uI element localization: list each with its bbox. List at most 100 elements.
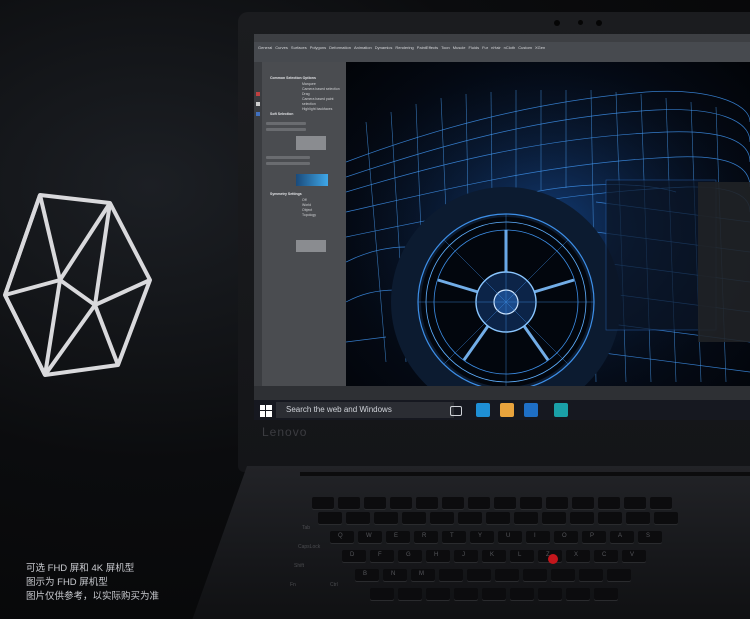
move-tool-icon[interactable] bbox=[256, 102, 260, 106]
attribute-row[interactable] bbox=[266, 128, 306, 131]
shelf-tab[interactable]: Animation bbox=[354, 45, 372, 50]
keyboard-key[interactable]: V bbox=[622, 550, 646, 562]
keyboard-key[interactable]: B bbox=[355, 569, 379, 581]
keyboard-key[interactable] bbox=[570, 512, 594, 524]
keyboard-key[interactable] bbox=[416, 497, 438, 509]
attribute-row[interactable] bbox=[266, 156, 310, 159]
keyboard-key[interactable]: G bbox=[398, 550, 422, 562]
attribute-row[interactable] bbox=[266, 122, 306, 125]
keyboard-key[interactable] bbox=[598, 497, 620, 509]
keyboard-key[interactable]: C bbox=[594, 550, 618, 562]
keyboard-key[interactable]: Q bbox=[330, 531, 354, 543]
shelf-tab[interactable]: Fur bbox=[482, 45, 488, 50]
keyboard-key[interactable] bbox=[626, 512, 650, 524]
keyboard-key[interactable]: K bbox=[482, 550, 506, 562]
keyboard-key[interactable]: U bbox=[498, 531, 522, 543]
keyboard-key[interactable]: M bbox=[411, 569, 435, 581]
shelf-tab[interactable]: Toon bbox=[441, 45, 450, 50]
keyboard-key[interactable] bbox=[520, 497, 542, 509]
keyboard-key[interactable]: N bbox=[383, 569, 407, 581]
keyboard-key[interactable] bbox=[650, 497, 672, 509]
keyboard-key[interactable] bbox=[482, 588, 506, 600]
animation-timeline[interactable] bbox=[254, 386, 750, 400]
keyboard-key[interactable]: W bbox=[358, 531, 382, 543]
shelf-tab[interactable]: Surfaces bbox=[291, 45, 307, 50]
keyboard-key[interactable] bbox=[442, 497, 464, 509]
3d-viewport[interactable] bbox=[345, 62, 750, 420]
keyboard-key[interactable] bbox=[510, 588, 534, 600]
keyboard-key[interactable] bbox=[579, 569, 603, 581]
keyboard-key[interactable] bbox=[374, 512, 398, 524]
keyboard-key[interactable] bbox=[430, 512, 454, 524]
keyboard-key[interactable]: Y bbox=[470, 531, 494, 543]
shelf-tab[interactable]: nCloth bbox=[504, 45, 516, 50]
keyboard-key[interactable] bbox=[594, 588, 618, 600]
keyboard-key[interactable] bbox=[398, 588, 422, 600]
keyboard-key[interactable] bbox=[346, 512, 370, 524]
keyboard-key[interactable]: X bbox=[566, 550, 590, 562]
shelf-tab[interactable]: Polygons bbox=[310, 45, 326, 50]
keyboard-key[interactable]: D bbox=[342, 550, 366, 562]
keyboard-key[interactable] bbox=[318, 512, 342, 524]
keyboard-key[interactable] bbox=[370, 588, 394, 600]
edge-browser-icon[interactable] bbox=[476, 403, 490, 417]
keyboard-key[interactable]: P bbox=[582, 531, 606, 543]
keyboard-key[interactable]: T bbox=[442, 531, 466, 543]
keyboard-key[interactable] bbox=[542, 512, 566, 524]
shelf-tab[interactable]: Dynamics bbox=[375, 45, 393, 50]
keyboard-key[interactable] bbox=[439, 569, 463, 581]
store-icon[interactable] bbox=[524, 403, 538, 417]
keyboard-key[interactable] bbox=[654, 512, 678, 524]
keyboard-key[interactable]: R bbox=[414, 531, 438, 543]
attribute-row[interactable] bbox=[266, 162, 310, 165]
keyboard-key[interactable] bbox=[390, 497, 412, 509]
keyboard-key[interactable]: I bbox=[526, 531, 550, 543]
keyboard-key[interactable] bbox=[546, 497, 568, 509]
keyboard-key[interactable] bbox=[402, 512, 426, 524]
select-tool-icon[interactable] bbox=[256, 92, 260, 96]
keyboard-key[interactable] bbox=[523, 569, 547, 581]
file-explorer-icon[interactable] bbox=[500, 403, 514, 417]
shelf-tab[interactable]: nHair bbox=[491, 45, 501, 50]
keyboard-key[interactable]: A bbox=[610, 531, 634, 543]
keyboard-key[interactable]: L bbox=[510, 550, 534, 562]
shelf-tab[interactable]: XGen bbox=[535, 45, 545, 50]
trackpoint-nub[interactable] bbox=[548, 554, 558, 564]
selection-option[interactable]: Highlight backfaces bbox=[302, 107, 346, 112]
keyboard-key[interactable] bbox=[312, 497, 334, 509]
keyboard-key[interactable]: S bbox=[638, 531, 662, 543]
shelf-tab[interactable]: Rendering bbox=[395, 45, 413, 50]
keyboard-key[interactable]: F bbox=[370, 550, 394, 562]
keyboard-key[interactable]: O bbox=[554, 531, 578, 543]
maya-app-icon[interactable] bbox=[554, 403, 568, 417]
taskbar-search-input[interactable]: Search the web and Windows bbox=[276, 402, 454, 418]
keyboard-key[interactable] bbox=[598, 512, 622, 524]
shelf-tab[interactable]: Muscle bbox=[453, 45, 466, 50]
shelf-tab[interactable]: Fluids bbox=[468, 45, 479, 50]
keyboard-key[interactable]: J bbox=[454, 550, 478, 562]
keyboard-key[interactable] bbox=[538, 588, 562, 600]
shelf-tab[interactable]: Curves bbox=[275, 45, 288, 50]
keyboard-key[interactable]: E bbox=[386, 531, 410, 543]
keyboard-key[interactable] bbox=[426, 588, 450, 600]
keyboard-key[interactable] bbox=[514, 512, 538, 524]
keyboard-key[interactable] bbox=[364, 497, 386, 509]
keyboard-key[interactable] bbox=[607, 569, 631, 581]
rotate-tool-icon[interactable] bbox=[256, 112, 260, 116]
symmetry-option[interactable]: Topology bbox=[302, 213, 316, 218]
task-view-icon[interactable] bbox=[450, 406, 462, 416]
keyboard-key[interactable] bbox=[338, 497, 360, 509]
falloff-curve-graph[interactable] bbox=[296, 136, 326, 150]
shelf-tab[interactable]: Deformation bbox=[329, 45, 351, 50]
shelf-tab[interactable]: Custom bbox=[518, 45, 532, 50]
keyboard-key[interactable]: H bbox=[426, 550, 450, 562]
falloff-curve-graph[interactable] bbox=[296, 240, 326, 252]
keyboard-key[interactable] bbox=[494, 497, 516, 509]
keyboard-key[interactable] bbox=[468, 497, 490, 509]
shelf-tab[interactable]: General bbox=[258, 45, 272, 50]
keyboard-key[interactable] bbox=[467, 569, 491, 581]
windows-start-icon[interactable] bbox=[260, 404, 272, 417]
shelf-tab[interactable]: PaintEffects bbox=[417, 45, 438, 50]
keyboard-key[interactable] bbox=[458, 512, 482, 524]
keyboard-key[interactable] bbox=[624, 497, 646, 509]
